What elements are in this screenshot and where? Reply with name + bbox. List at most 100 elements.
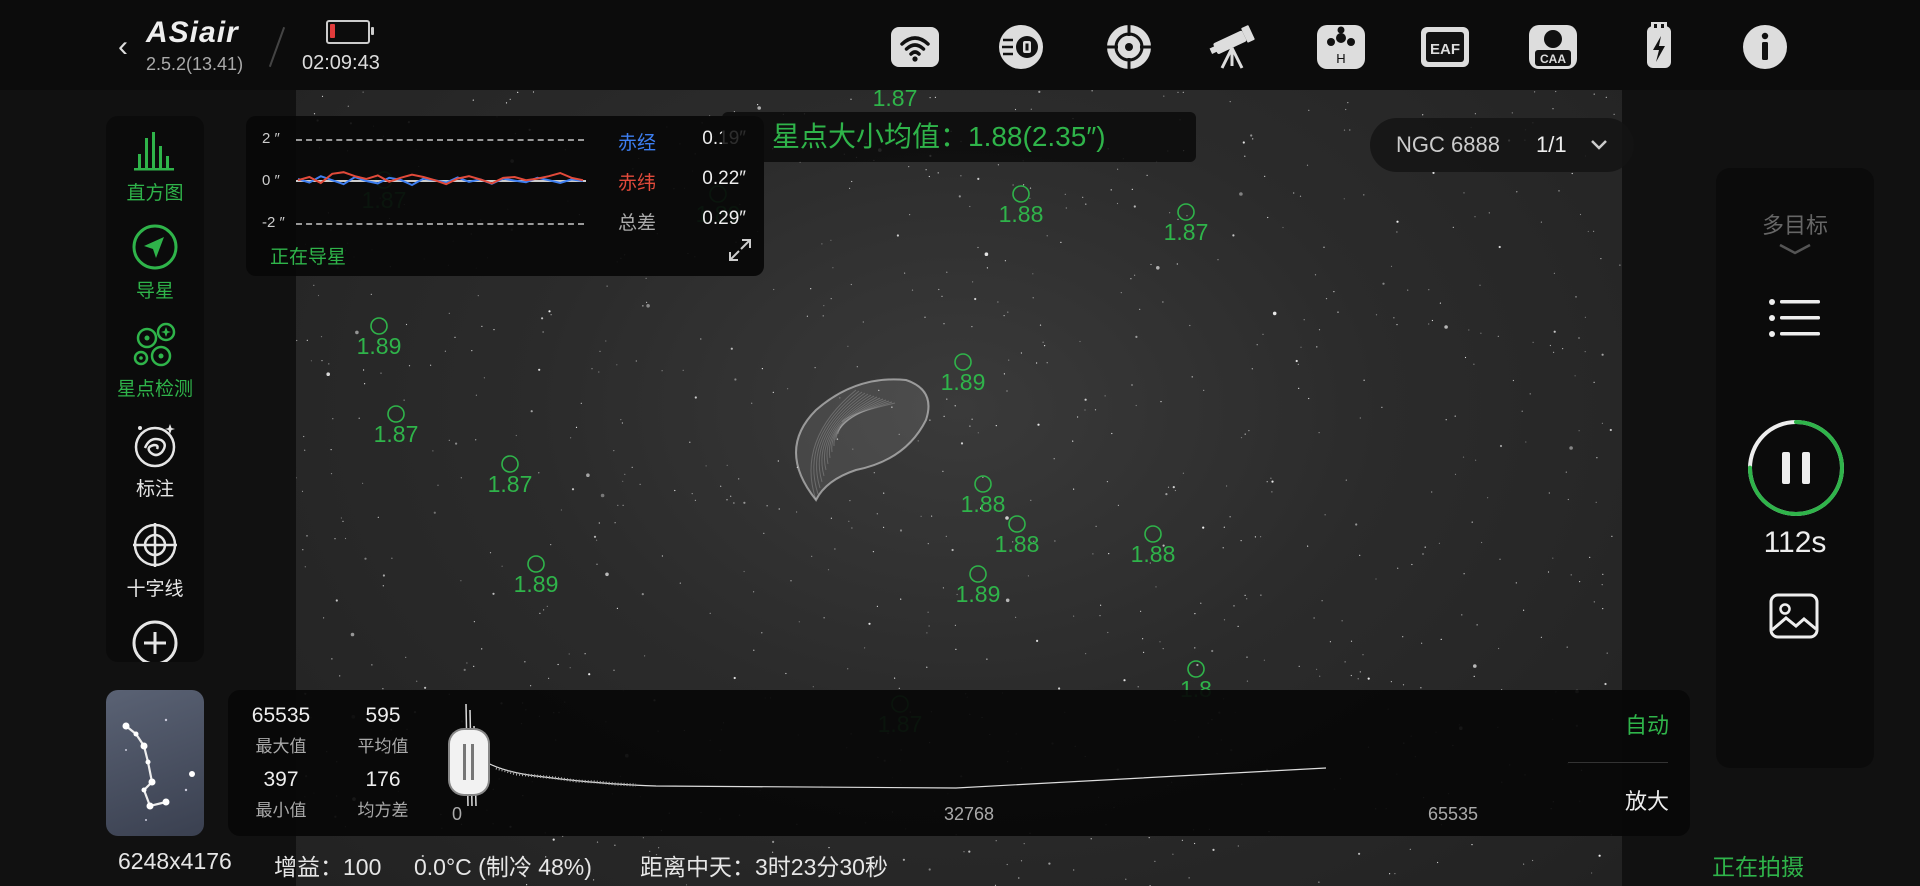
background-star (1431, 319, 1433, 322)
background-star (1523, 609, 1525, 611)
background-star (1619, 264, 1621, 266)
sidebar-item-annotate[interactable]: 标注 (106, 420, 204, 501)
background-star (301, 490, 304, 492)
background-star (876, 605, 879, 608)
background-star (928, 625, 930, 627)
chevron-down-icon[interactable] (1778, 242, 1812, 256)
camera-icon[interactable] (996, 22, 1046, 72)
background-star (1117, 504, 1119, 506)
background-star (1202, 526, 1205, 529)
list-icon[interactable] (1768, 296, 1822, 340)
background-star (1106, 481, 1108, 483)
background-star (1569, 446, 1573, 450)
background-star (598, 522, 600, 524)
chevron-left-icon[interactable]: ‹ (118, 30, 128, 64)
background-star (1194, 647, 1196, 649)
background-star (1295, 359, 1298, 363)
guide-line-top (296, 139, 584, 141)
background-star (720, 485, 722, 487)
background-star (380, 372, 382, 374)
background-star (1525, 441, 1527, 443)
background-star (1233, 605, 1235, 607)
background-star (591, 368, 593, 370)
star-marker (370, 317, 388, 335)
background-star (1189, 324, 1191, 327)
sidebar-item-zoom-in[interactable] (106, 618, 204, 662)
background-star (1073, 488, 1075, 490)
background-star (362, 482, 364, 484)
wifi-icon[interactable] (890, 22, 940, 72)
guide-panel[interactable]: 2 ″ 0 ″ -2 ″ 赤经 0.19″ 赤纬 0.22″ 总差 0.29″ … (246, 116, 764, 276)
caa-icon[interactable]: CAA (1528, 22, 1578, 72)
sidebar-item-crosshair[interactable]: 十字线 (106, 520, 204, 601)
background-star (339, 675, 341, 677)
star-size-label: 1.87 (374, 421, 419, 447)
sidebar-item-star-detect[interactable]: 星点检测 (106, 320, 204, 401)
background-star (1182, 91, 1184, 93)
background-star (1293, 192, 1295, 194)
target-select[interactable]: NGC 6888 1/1 (1370, 118, 1634, 172)
auto-stretch-button[interactable]: 自动 (1592, 708, 1702, 740)
background-star (830, 298, 832, 300)
background-star (1082, 196, 1084, 198)
nebula-ngc6888 (795, 378, 930, 502)
background-star (1390, 681, 1392, 683)
background-star (1146, 174, 1148, 176)
background-star (460, 477, 462, 479)
background-star (883, 526, 885, 528)
histogram-mean-value: 595 (365, 704, 401, 727)
background-star (1498, 647, 1500, 650)
telescope-icon[interactable] (1208, 22, 1258, 72)
background-star (1602, 608, 1604, 610)
background-star (925, 169, 927, 171)
background-star (1148, 837, 1150, 839)
background-star (848, 520, 850, 522)
background-star (1431, 491, 1433, 493)
histogram-min-label: 最小值 (255, 801, 307, 820)
usb-power-icon[interactable] (1634, 22, 1684, 72)
expand-icon[interactable] (728, 238, 752, 262)
filter-wheel-icon[interactable]: H (1316, 22, 1366, 72)
background-star (1349, 129, 1351, 131)
background-star (1137, 686, 1139, 688)
histogram-std-value: 176 (365, 768, 401, 791)
background-star (927, 611, 929, 613)
pause-button[interactable] (1746, 418, 1846, 518)
zoom-button[interactable]: 放大 (1592, 784, 1702, 816)
sidebar-item-guide[interactable]: 导星 (106, 222, 204, 303)
sidebar-item-histogram[interactable]: 直方图 (106, 124, 204, 205)
background-star (1428, 289, 1430, 291)
background-star (1601, 584, 1603, 586)
background-star (1038, 90, 1041, 93)
background-star (1111, 432, 1113, 435)
info-icon[interactable] (1740, 22, 1790, 72)
star-marker (1012, 185, 1030, 203)
guide-scope-icon[interactable] (1104, 22, 1154, 72)
clock: 02:09:43 (302, 52, 380, 74)
background-star (689, 441, 691, 443)
background-star (894, 677, 896, 679)
background-star (929, 97, 931, 99)
background-star (920, 515, 922, 517)
svg-text:EAF: EAF (1430, 41, 1460, 58)
background-star (904, 272, 906, 274)
guide-total-label: 总差 (618, 213, 657, 234)
gallery-icon[interactable] (1768, 592, 1820, 640)
background-star (757, 106, 761, 110)
background-star (473, 621, 475, 623)
background-star (1054, 540, 1056, 542)
multi-target-label[interactable]: 多目标 (1716, 208, 1874, 240)
background-star (548, 310, 551, 313)
background-star (1099, 615, 1101, 617)
background-star (1487, 497, 1489, 499)
background-star (969, 205, 971, 208)
background-star (313, 284, 315, 286)
background-star (1321, 600, 1323, 602)
constellation-thumbnail[interactable] (106, 690, 204, 836)
background-star (1032, 297, 1034, 299)
background-star (1575, 296, 1577, 298)
background-star (320, 336, 323, 338)
histogram-black-point-slider[interactable] (450, 730, 488, 794)
background-star (370, 293, 372, 295)
eaf-icon[interactable]: EAF (1420, 22, 1470, 72)
